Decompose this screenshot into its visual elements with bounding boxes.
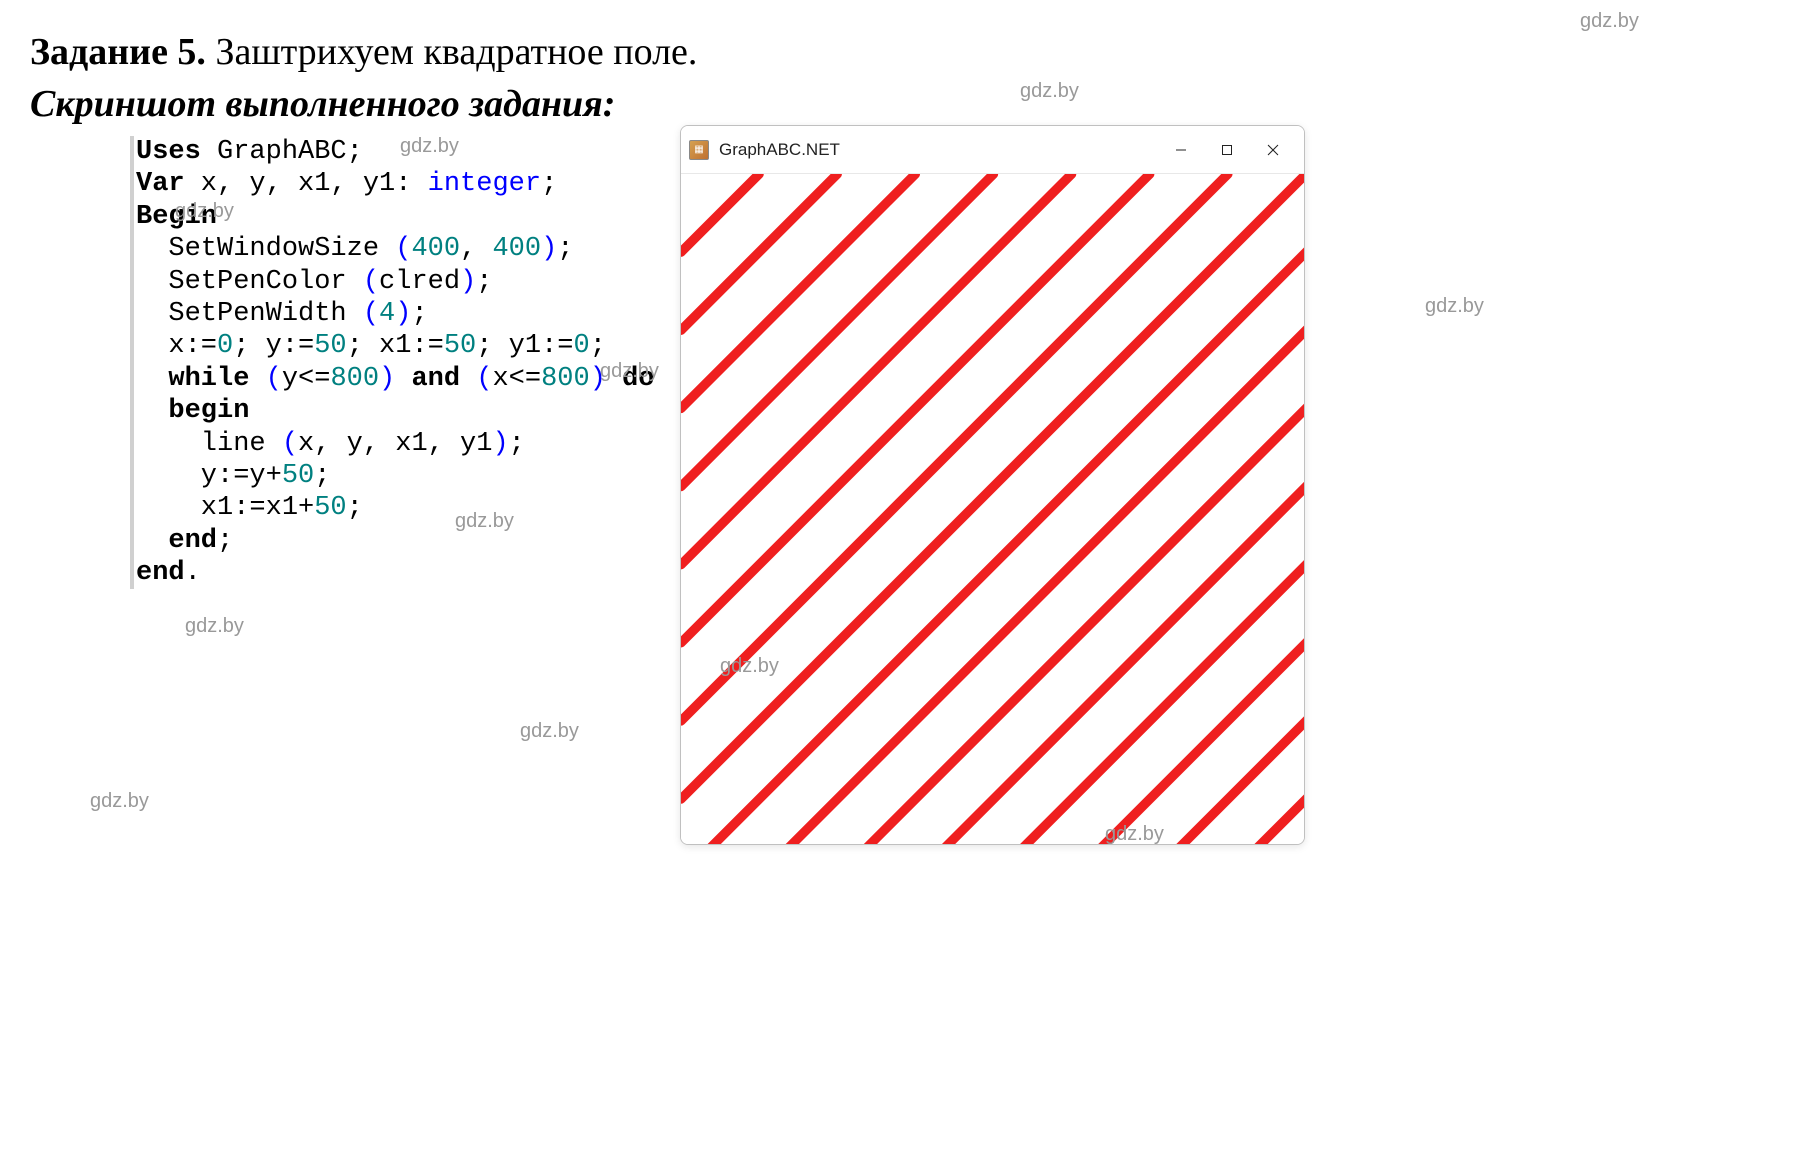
paren: ) <box>460 267 476 297</box>
paren: ( <box>363 267 379 297</box>
code-text: ; <box>509 429 525 459</box>
hatch-line <box>681 174 1072 565</box>
code-text: ; <box>557 234 573 264</box>
code-text: y<= <box>282 364 331 394</box>
header: Задание 5. Заштрихуем квадратное поле. С… <box>0 0 1811 136</box>
paren: ( <box>282 429 298 459</box>
code-text: ; <box>314 461 330 491</box>
type-integer: integer <box>428 169 541 199</box>
kw-var: Var <box>136 169 185 199</box>
close-button[interactable] <box>1250 134 1296 166</box>
code-text: x:= <box>136 331 217 361</box>
minimize-icon <box>1175 144 1187 156</box>
hatch-line <box>681 174 1228 721</box>
code-text: ; <box>590 331 606 361</box>
code-text: ; x1:= <box>347 331 444 361</box>
code-text: ; <box>217 526 233 556</box>
maximize-icon <box>1221 144 1233 156</box>
num: 800 <box>330 364 379 394</box>
hatch-line <box>681 174 1304 799</box>
window-title: GraphABC.NET <box>719 140 1158 160</box>
titlebar[interactable]: ▦ GraphABC.NET <box>681 126 1304 174</box>
kw-and: and <box>411 364 460 394</box>
paren: ( <box>476 364 492 394</box>
hatch-line <box>681 174 1150 643</box>
num: 800 <box>541 364 590 394</box>
code-text: clred <box>379 267 460 297</box>
watermark: gdz.by <box>1105 823 1164 846</box>
canvas-area <box>681 174 1304 844</box>
watermark: gdz.by <box>90 790 149 813</box>
code-text <box>395 364 411 394</box>
num: 400 <box>411 234 460 264</box>
screenshot-label: Скриншот выполненного задания: <box>30 82 1781 126</box>
num: 4 <box>379 299 395 329</box>
paren: ( <box>363 299 379 329</box>
paren: ( <box>266 364 282 394</box>
code-text: . <box>185 558 201 588</box>
hatch-line <box>681 174 759 252</box>
task-text: Заштрихуем квадратное поле. <box>215 31 697 73</box>
num: 50 <box>282 461 314 491</box>
watermark: gdz.by <box>175 200 234 223</box>
task-label: Задание 5. <box>30 31 206 73</box>
code-text: ; <box>541 169 557 199</box>
paren: ) <box>541 234 557 264</box>
task-title: Задание 5. Заштрихуем квадратное поле. <box>30 30 1781 74</box>
code-text: x, y, x1, y1 <box>298 429 492 459</box>
paren: ) <box>379 364 395 394</box>
code-text: ; <box>476 267 492 297</box>
code-text: GraphABC; <box>201 137 363 167</box>
kw-uses: Uses <box>136 137 201 167</box>
code-text: ; <box>347 493 363 523</box>
code-text: x, y, x1, y1: <box>185 169 428 199</box>
code-text: ; <box>411 299 427 329</box>
close-icon <box>1267 144 1279 156</box>
num: 400 <box>492 234 541 264</box>
watermark: gdz.by <box>1425 295 1484 318</box>
hatch-line <box>681 174 994 487</box>
paren: ( <box>395 234 411 264</box>
code-text: x<= <box>492 364 541 394</box>
watermark: gdz.by <box>520 720 579 743</box>
code-text: , <box>460 234 492 264</box>
code-text: SetPenColor <box>136 267 363 297</box>
kw-while: while <box>136 364 249 394</box>
watermark: gdz.by <box>600 360 659 383</box>
kw-end: end <box>136 526 217 556</box>
num: 0 <box>217 331 233 361</box>
watermark: gdz.by <box>455 510 514 533</box>
num: 50 <box>314 331 346 361</box>
watermark: gdz.by <box>400 135 459 158</box>
code-text: SetWindowSize <box>136 234 395 264</box>
code-text: x1:=x1+ <box>136 493 314 523</box>
window-controls <box>1158 134 1296 166</box>
hatch-pattern <box>681 174 1304 844</box>
num: 50 <box>314 493 346 523</box>
graphabc-window: ▦ GraphABC.NET <box>680 125 1305 845</box>
watermark: gdz.by <box>185 615 244 638</box>
watermark: gdz.by <box>720 655 779 678</box>
kw-end: end <box>136 558 185 588</box>
watermark: gdz.by <box>1020 80 1079 103</box>
num: 50 <box>444 331 476 361</box>
kw-begin: begin <box>136 396 249 426</box>
minimize-button[interactable] <box>1158 134 1204 166</box>
code-text: y:=y+ <box>136 461 282 491</box>
code-text: ; y1:= <box>476 331 573 361</box>
app-icon: ▦ <box>689 140 709 160</box>
paren: ) <box>492 429 508 459</box>
code-text <box>460 364 476 394</box>
paren: ) <box>395 299 411 329</box>
code-text: line <box>136 429 282 459</box>
num: 0 <box>573 331 589 361</box>
code-text: SetPenWidth <box>136 299 363 329</box>
watermark: gdz.by <box>1580 10 1639 33</box>
code-text: ; y:= <box>233 331 314 361</box>
hatch-line <box>681 174 837 330</box>
code-text <box>249 364 265 394</box>
maximize-button[interactable] <box>1204 134 1250 166</box>
